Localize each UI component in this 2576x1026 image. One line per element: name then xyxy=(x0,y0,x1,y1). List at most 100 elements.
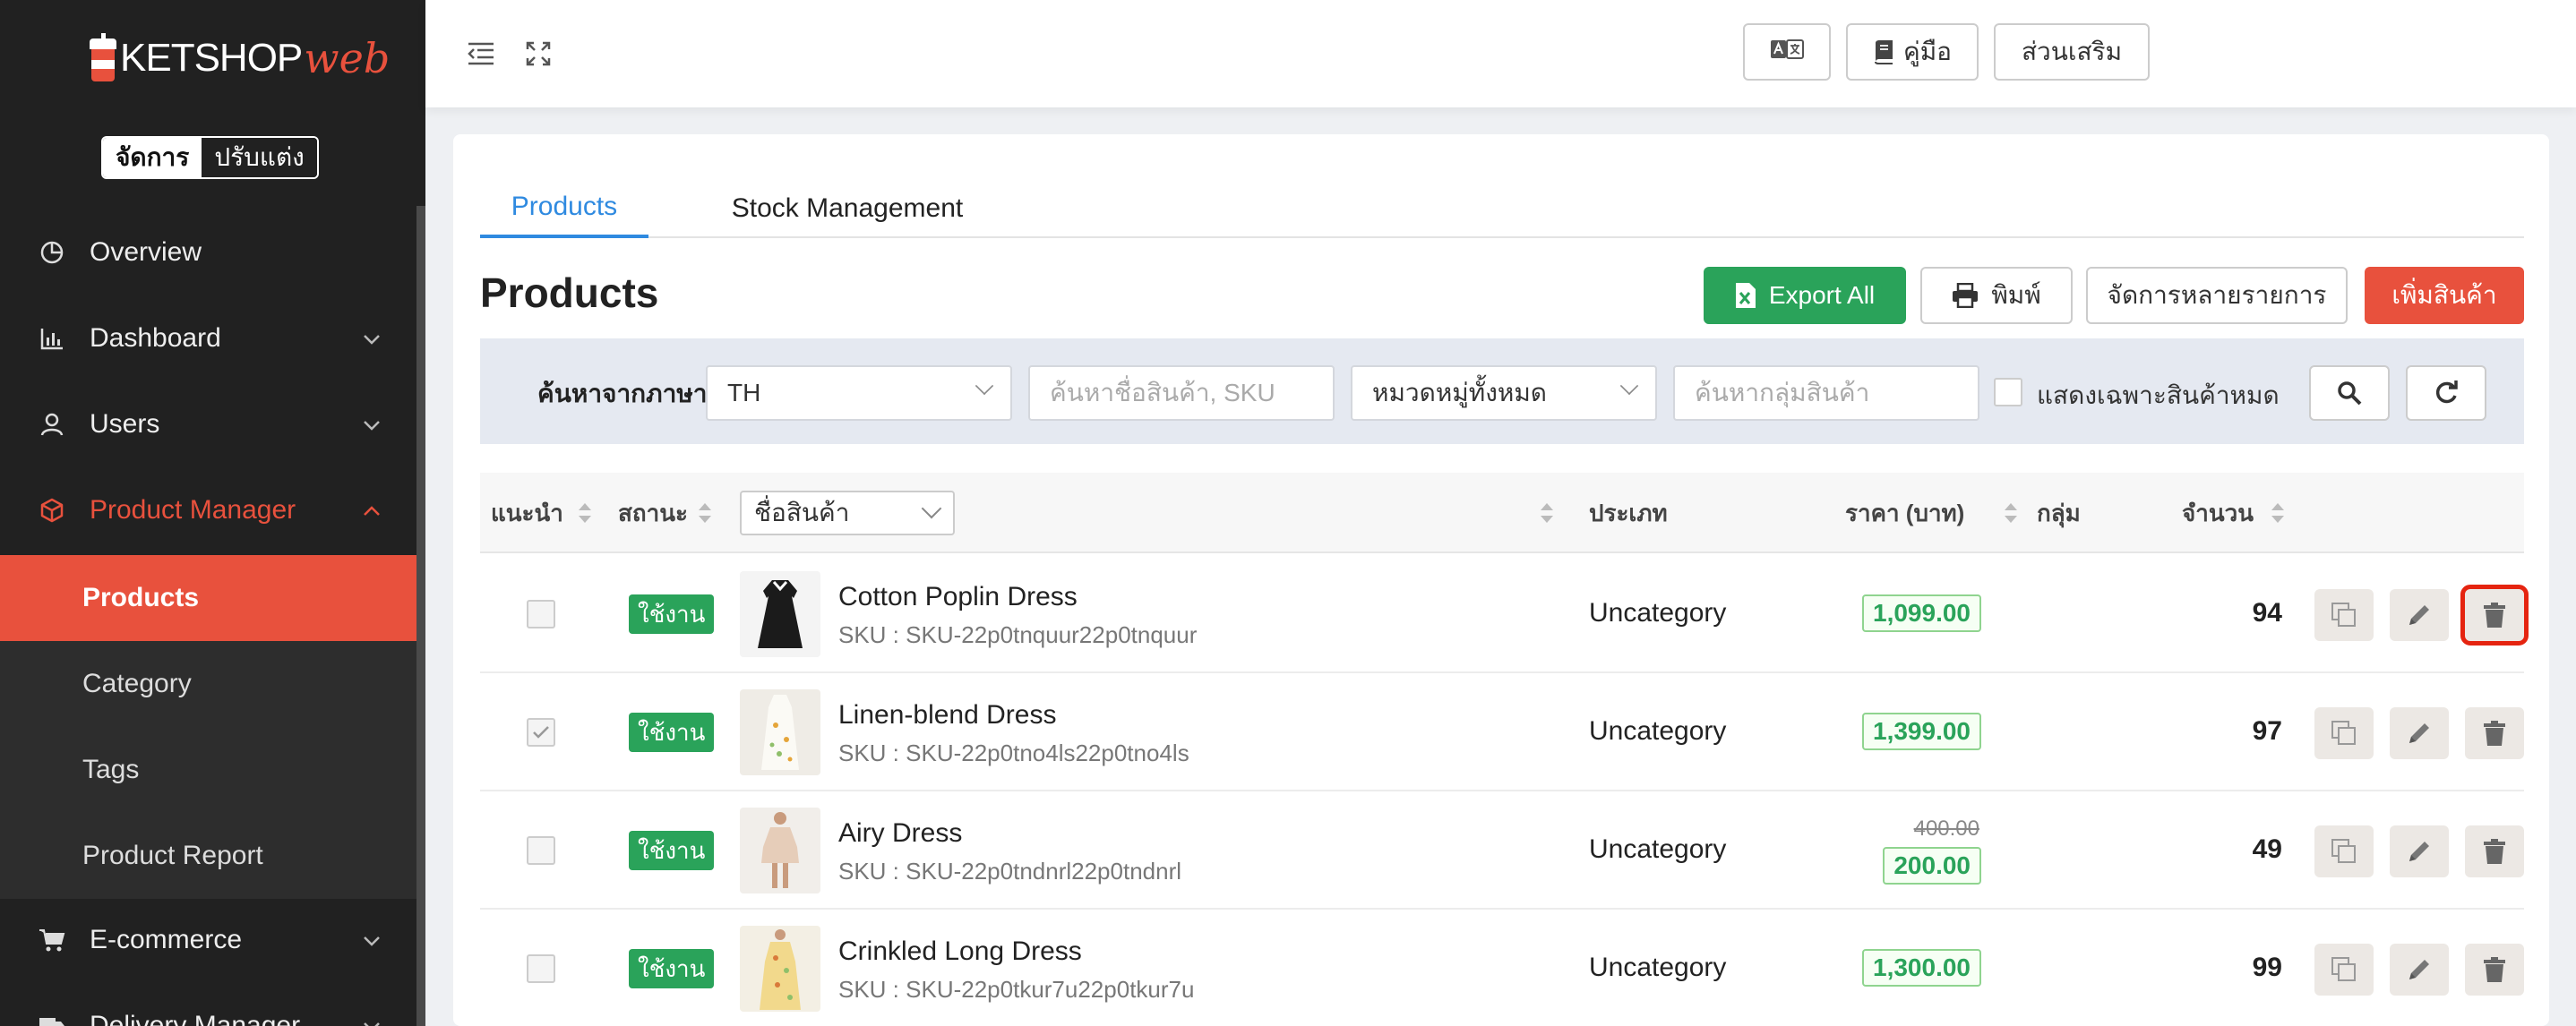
duplicate-button[interactable] xyxy=(2314,825,2374,877)
delete-button[interactable] xyxy=(2465,944,2524,996)
nav-item-delivery-manager[interactable]: Delivery Manager xyxy=(0,983,416,1026)
translate-button[interactable] xyxy=(1743,23,1831,81)
sort-icon[interactable] xyxy=(699,503,711,523)
language-select[interactable]: TH xyxy=(706,365,1012,421)
sort-icon[interactable] xyxy=(1541,503,1553,523)
nav-label: Users xyxy=(90,409,160,439)
group-search-input[interactable]: ค้นหากลุ่มสินค้า xyxy=(1673,365,1979,421)
recommend-checkbox[interactable] xyxy=(527,836,555,865)
name-column-select[interactable]: ชื่อสินค้า xyxy=(740,491,955,535)
topbar: คู่มือ ส่วนเสริม xyxy=(425,0,2576,107)
nav-item-dashboard[interactable]: Dashboard xyxy=(0,295,416,381)
recommend-checkbox[interactable] xyxy=(527,718,555,747)
product-name[interactable]: Linen-blend Dress xyxy=(838,700,1056,731)
bulk-manage-button[interactable]: จัดการหลายรายการ xyxy=(2086,267,2348,324)
product-qty: 94 xyxy=(2252,598,2282,628)
product-type: Uncategory xyxy=(1589,598,1727,628)
sidebar-scrollbar[interactable] xyxy=(416,206,425,1026)
add-product-button[interactable]: เพิ่มสินค้า xyxy=(2365,267,2524,324)
sidebar-item-product-report[interactable]: Product Report xyxy=(0,813,416,899)
product-search-input[interactable]: ค้นหาชื่อสินค้า, SKU xyxy=(1028,365,1335,421)
cart-icon xyxy=(38,926,66,954)
tab-products[interactable]: Products xyxy=(480,179,648,238)
out-of-stock-label: แสดงเฉพาะสินค้าหมด xyxy=(2037,381,2280,409)
mode-manage-button[interactable]: จัดการ xyxy=(103,138,202,177)
chevron-down-icon xyxy=(1619,376,1639,396)
products-card: Products Stock Management Products Expor… xyxy=(453,134,2549,1026)
status-badge[interactable]: ใช้งาน xyxy=(629,594,715,634)
sidebar: KETSHOP web จัดการ ปรับแต่ง Overview Das… xyxy=(0,0,425,1026)
product-sku: SKU : SKU-22p0tno4ls22p0tno4ls xyxy=(838,740,1189,766)
category-select[interactable]: หมวดหมู่ทั้งหมด xyxy=(1351,365,1657,421)
col-price: ราคา (บาท) xyxy=(1845,499,1965,526)
recommend-checkbox[interactable] xyxy=(527,954,555,983)
nav-label: Dashboard xyxy=(90,323,221,353)
duplicate-button[interactable] xyxy=(2314,589,2374,641)
manual-button[interactable]: คู่มือ xyxy=(1846,23,1979,81)
table-row: ใช้งาน Cotton Poplin Dress SKU : SKU-22p… xyxy=(480,555,2529,673)
delete-button[interactable] xyxy=(2460,585,2529,646)
chevron-up-icon xyxy=(363,499,381,522)
trash-icon xyxy=(2483,838,2506,865)
pie-chart-icon xyxy=(38,238,66,267)
edit-button[interactable] xyxy=(2390,589,2449,641)
delete-button[interactable] xyxy=(2465,825,2524,877)
product-name[interactable]: Airy Dress xyxy=(838,818,962,849)
table-row: ใช้งาน Linen-blend Dress SKU : SKU-22p0t… xyxy=(480,673,2524,791)
nav-label: Delivery Manager xyxy=(90,1011,301,1026)
export-all-button[interactable]: Export All xyxy=(1704,267,1906,324)
brand-logo[interactable]: KETSHOP web xyxy=(90,27,390,90)
filter-bar: ค้นหาจากภาษา TH ค้นหาชื่อสินค้า, SKU หมว… xyxy=(480,338,2524,444)
nav-item-users[interactable]: Users xyxy=(0,381,416,467)
original-price: 400.00 xyxy=(1913,817,1979,841)
edit-button[interactable] xyxy=(2390,707,2449,759)
product-qty: 97 xyxy=(2252,716,2282,746)
nav-item-ecommerce[interactable]: E-commerce xyxy=(0,897,416,983)
edit-button[interactable] xyxy=(2390,944,2449,996)
status-badge[interactable]: ใช้งาน xyxy=(629,713,715,752)
product-thumbnail[interactable] xyxy=(740,571,820,657)
mode-customize-button[interactable]: ปรับแต่ง xyxy=(202,138,317,177)
product-thumbnail[interactable] xyxy=(740,808,820,893)
collapse-menu-icon[interactable] xyxy=(465,38,497,70)
sort-icon[interactable] xyxy=(579,503,591,523)
nav-item-product-manager[interactable]: Product Manager xyxy=(0,467,416,553)
refresh-button[interactable] xyxy=(2406,365,2486,421)
col-group: กลุ่ม xyxy=(2037,499,2081,526)
sidebar-item-category[interactable]: Category xyxy=(0,641,416,727)
product-name[interactable]: Cotton Poplin Dress xyxy=(838,582,1078,612)
search-button[interactable] xyxy=(2309,365,2390,421)
nav-label: Overview xyxy=(90,237,202,267)
status-badge[interactable]: ใช้งาน xyxy=(629,949,715,988)
duplicate-button[interactable] xyxy=(2314,944,2374,996)
status-badge[interactable]: ใช้งาน xyxy=(629,831,715,870)
book-icon xyxy=(1873,39,1894,64)
sidebar-item-tags[interactable]: Tags xyxy=(0,727,416,813)
delete-button[interactable] xyxy=(2465,707,2524,759)
recommend-checkbox[interactable] xyxy=(527,600,555,628)
tab-bar: Products Stock Management xyxy=(480,179,2524,238)
user-icon xyxy=(38,410,66,439)
product-thumbnail[interactable] xyxy=(740,926,820,1012)
copy-icon xyxy=(2331,956,2357,983)
tab-stock-management[interactable]: Stock Management xyxy=(713,179,982,238)
page-title: Products xyxy=(480,269,659,316)
product-sku: SKU : SKU-22p0tnquur22p0tnquur xyxy=(838,621,1198,648)
sidebar-item-products[interactable]: Products xyxy=(0,555,416,641)
out-of-stock-checkbox[interactable] xyxy=(1994,378,2022,406)
sort-icon[interactable] xyxy=(2271,503,2284,523)
edit-button[interactable] xyxy=(2390,825,2449,877)
addons-button[interactable]: ส่วนเสริม xyxy=(1994,23,2150,81)
trash-icon xyxy=(2483,956,2506,983)
print-button[interactable]: พิมพ์ xyxy=(1920,267,2073,324)
fullscreen-icon[interactable] xyxy=(522,38,554,70)
nav-item-overview[interactable]: Overview xyxy=(0,209,416,295)
product-qty: 49 xyxy=(2252,834,2282,864)
brand-name: KETSHOP xyxy=(120,36,303,80)
product-thumbnail[interactable] xyxy=(740,689,820,775)
duplicate-button[interactable] xyxy=(2314,707,2374,759)
language-select-value: TH xyxy=(727,379,761,406)
product-name[interactable]: Crinkled Long Dress xyxy=(838,936,1082,967)
chevron-down-icon xyxy=(363,413,381,436)
sort-icon[interactable] xyxy=(2005,503,2017,523)
